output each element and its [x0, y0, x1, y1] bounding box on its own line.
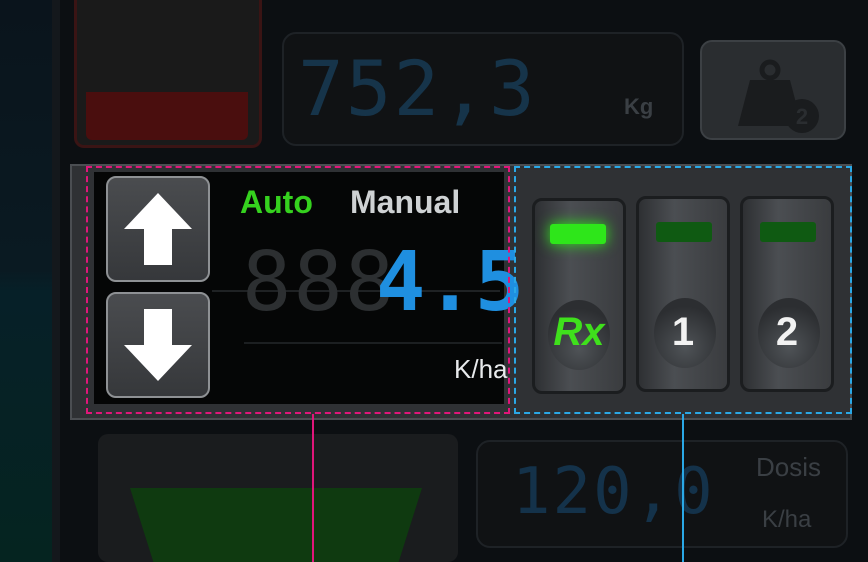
tank-level-fill [86, 92, 248, 140]
weight-bin-2-icon: 2 [738, 59, 819, 133]
dose-value: 120,0 [512, 455, 715, 529]
left-side-divider [52, 0, 60, 562]
dose-unit: K/ha [762, 506, 812, 533]
rate-highlight-box [86, 166, 510, 414]
scale-button[interactable]: 2 [700, 40, 846, 140]
weight-unit: Kg [624, 94, 654, 119]
rate-leader-line [312, 414, 314, 562]
weight-value: 752,3 [298, 44, 537, 133]
hopper-shape [130, 488, 422, 562]
sections-highlight-box [514, 166, 852, 414]
left-side-panel [0, 0, 52, 562]
dose-label: Dosis [756, 452, 822, 482]
svg-text:2: 2 [796, 104, 808, 129]
sections-leader-line [682, 414, 684, 562]
